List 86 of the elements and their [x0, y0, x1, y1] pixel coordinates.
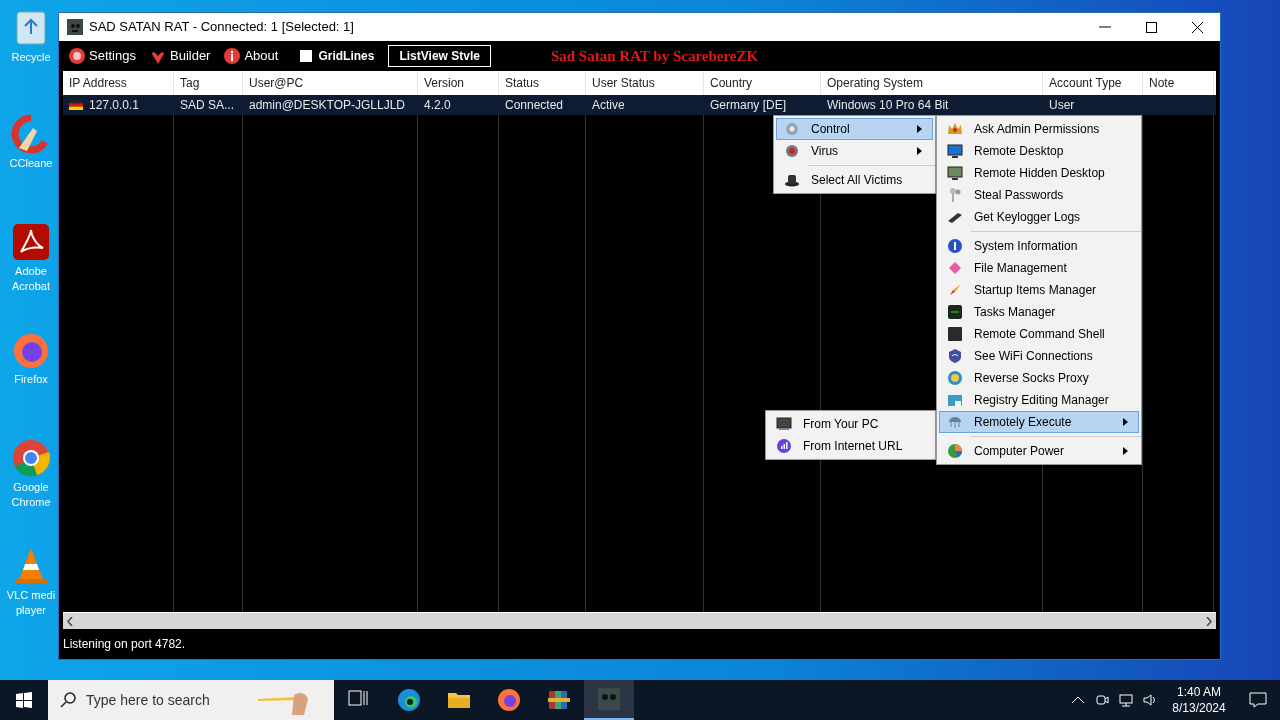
app-icon: [597, 687, 621, 711]
pie-icon: [947, 443, 963, 459]
menu-item[interactable]: Remotely Execute: [939, 411, 1139, 433]
monitor-icon: [947, 165, 963, 181]
signal-icon: [776, 438, 792, 454]
clock-time: 1:40 AM: [1177, 684, 1221, 700]
orb-icon: [784, 143, 800, 159]
notification-icon: [1249, 692, 1267, 708]
table-cell-text: Germany [DE]: [710, 97, 787, 114]
archive-books-icon: [547, 688, 571, 712]
search-field[interactable]: Type here to search: [48, 680, 334, 720]
clock[interactable]: 1:40 AM 8/13/2024: [1162, 680, 1236, 720]
icon-label: Firefox: [14, 372, 48, 387]
search-icon: [60, 692, 76, 708]
close-icon: [1191, 21, 1203, 33]
computer-icon: [776, 416, 792, 432]
app-title-label: Sad Satan RAT by ScarebereZK: [550, 46, 759, 66]
window-title: SAD SATAN RAT - Connected: 1 [Selected: 1]: [89, 18, 354, 37]
icon-label: Recycle: [11, 50, 51, 65]
menu-item[interactable]: Tasks Manager: [939, 301, 1139, 323]
table-cell-text: Active: [592, 97, 625, 114]
toolbar-button[interactable]: About: [224, 46, 279, 66]
clock-date: 8/13/2024: [1172, 700, 1226, 716]
icon-label: Google Chrome: [11, 480, 51, 510]
menu-item[interactable]: Steal Passwords: [939, 184, 1139, 206]
speaker-icon: [1143, 693, 1157, 707]
menu-item[interactable]: See WiFi Connections: [939, 345, 1139, 367]
circle-icon: [69, 48, 85, 64]
terminal-icon: [947, 326, 963, 342]
menu-item[interactable]: From Your PC: [768, 413, 933, 435]
flag-icon: [69, 100, 83, 110]
table-cell-text: Connected: [505, 97, 564, 114]
wifi-shield-icon: [947, 348, 963, 364]
broom-icon: [11, 114, 51, 154]
monitor-icon: [947, 143, 963, 159]
menu-item[interactable]: Registry Editing Manager: [939, 389, 1139, 411]
info-icon: [224, 48, 241, 64]
toolbar-button[interactable]: Settings: [69, 46, 136, 66]
status-text: Listening on port 4782.: [63, 636, 186, 653]
menu-item[interactable]: Computer Power: [939, 440, 1139, 462]
rocket-icon: [947, 282, 963, 298]
gridlines-checkbox[interactable]: GridLines: [300, 47, 375, 65]
menu-item[interactable]: Ask Admin Permissions: [939, 118, 1139, 140]
diamond-icon: [947, 260, 963, 276]
menu-item[interactable]: Remote Hidden Desktop: [939, 162, 1139, 184]
taskbar-button[interactable]: [584, 680, 634, 720]
icon-label: Adobe Acrobat: [12, 264, 50, 294]
scroll-left-icon: [67, 616, 73, 626]
camera-icon: [1095, 693, 1109, 707]
menu-item[interactable]: Remote Command Shell: [939, 323, 1139, 345]
windows-icon: [16, 692, 32, 708]
menu-item[interactable]: Select All Victims: [776, 169, 933, 191]
menu-item[interactable]: File Management: [939, 257, 1139, 279]
table-cell-text: 127.0.0.1: [89, 97, 140, 114]
menu-item[interactable]: From Internet URL: [768, 435, 933, 457]
keys-icon: [947, 187, 963, 203]
menu-item[interactable]: Reverse Socks Proxy: [939, 367, 1139, 389]
network-icon: [1119, 693, 1133, 707]
maximize-icon: [1145, 21, 1157, 33]
gear-icon: [784, 121, 800, 137]
listview-style-button[interactable]: ListView Stvle: [388, 45, 491, 67]
toolbar-button[interactable]: Builder: [150, 46, 211, 66]
terminal-icon: [947, 304, 963, 320]
table-cell-text: 4.2.0: [424, 97, 451, 114]
table-cell-text: SAD SA...: [180, 97, 235, 114]
icon-label: CCleane: [9, 156, 53, 171]
menu-item[interactable]: System Information: [939, 235, 1139, 257]
hat-icon: [784, 172, 800, 188]
horizontal-scrollbar[interactable]: [63, 612, 1216, 629]
menu-item[interactable]: Startup Items Manager: [939, 279, 1139, 301]
table-cell-text: Windows 10 Pro 64 Bit: [827, 97, 949, 114]
jellyfish-icon: [947, 414, 963, 430]
table-cell-text: admin@DESKTOP-JGLLJLD: [249, 97, 405, 114]
scroll-right-icon: [1206, 616, 1212, 626]
crown-icon: [947, 121, 963, 137]
icon-label: VLC medi player: [6, 588, 56, 618]
search-input[interactable]: Type here to search: [86, 689, 246, 711]
pdf-icon: [11, 222, 51, 262]
menu-item[interactable]: Remote Desktop: [939, 140, 1139, 162]
table-cell-text: User: [1049, 97, 1075, 114]
menu-item[interactable]: Get Keylogger Logs: [939, 206, 1139, 228]
menu-item[interactable]: Virus: [776, 140, 933, 162]
menu-item[interactable]: Control: [776, 118, 933, 140]
table-row[interactable]: 127.0.0.1 SAD SA... admin@DESKTOP-JGLLJLD 4.2.0 Connected Active Germany [DE] Windows 10 Pro 64 Bit User: [63, 95, 1216, 115]
globe-icon: [947, 238, 963, 254]
app-icon: [67, 19, 83, 35]
